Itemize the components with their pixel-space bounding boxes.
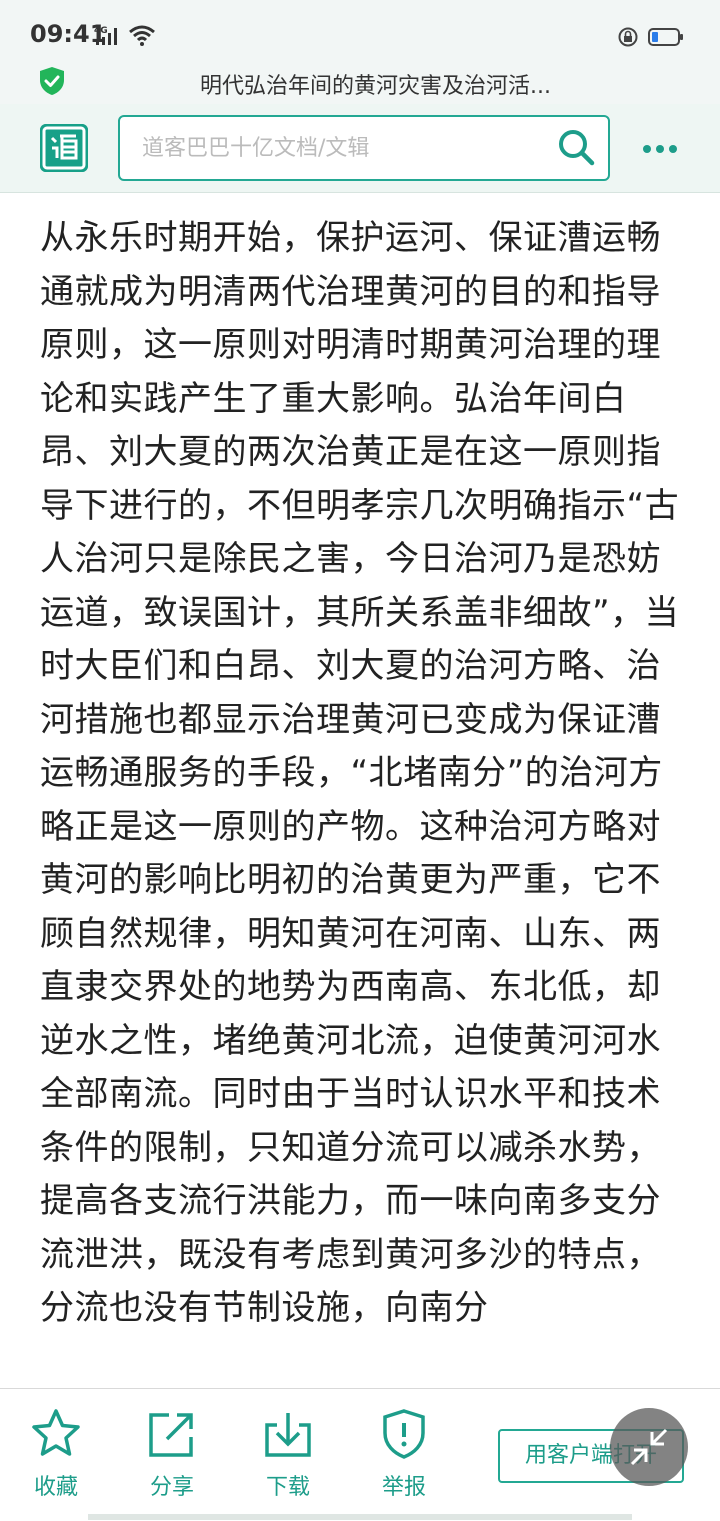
favorite-label: 收藏 (33, 1475, 78, 1500)
star-icon (32, 1409, 80, 1456)
network-type: 4G (94, 26, 108, 36)
search-input[interactable] (140, 130, 524, 166)
report-button[interactable]: 举报 (364, 1407, 444, 1507)
site-header (0, 104, 720, 193)
favorite-button[interactable]: 收藏 (16, 1407, 96, 1507)
security-shield-icon (40, 67, 64, 95)
gesture-bar (88, 1514, 632, 1520)
logo-icon (40, 124, 88, 172)
floating-collapse-button[interactable] (610, 1408, 688, 1486)
wifi-icon (129, 25, 155, 46)
collapse-arrows-icon (630, 1428, 668, 1466)
search-box[interactable] (118, 115, 610, 181)
more-options-icon[interactable] (642, 144, 678, 154)
share-icon (149, 1413, 193, 1457)
share-button[interactable]: 分享 (132, 1407, 212, 1507)
rotation-lock-icon (618, 27, 638, 47)
share-label: 分享 (149, 1475, 194, 1500)
download-button[interactable]: 下载 (248, 1407, 328, 1507)
report-label: 举报 (381, 1475, 426, 1500)
download-label: 下载 (265, 1475, 310, 1500)
page-title: 明代弘治年间的黄河灾害及治河活... (200, 74, 551, 98)
report-shield-icon (383, 1409, 425, 1459)
search-icon[interactable] (556, 127, 596, 167)
battery-icon (648, 28, 683, 46)
document-content: 从永乐时期开始，保护运河、保证漕运畅通就成为明清两代治理黄河的目的和指导原则，这… (40, 212, 690, 1384)
document-paragraph: 从永乐时期开始，保护运河、保证漕运畅通就成为明清两代治理黄河的目的和指导原则，这… (40, 218, 680, 1328)
status-bar: 09:41 4G (0, 0, 720, 66)
download-icon (265, 1413, 311, 1457)
cellular-signal-icon: 4G (94, 26, 117, 45)
doc88-logo[interactable] (40, 124, 88, 172)
page-title-bar: 明代弘治年间的黄河灾害及治河活... (0, 66, 720, 104)
